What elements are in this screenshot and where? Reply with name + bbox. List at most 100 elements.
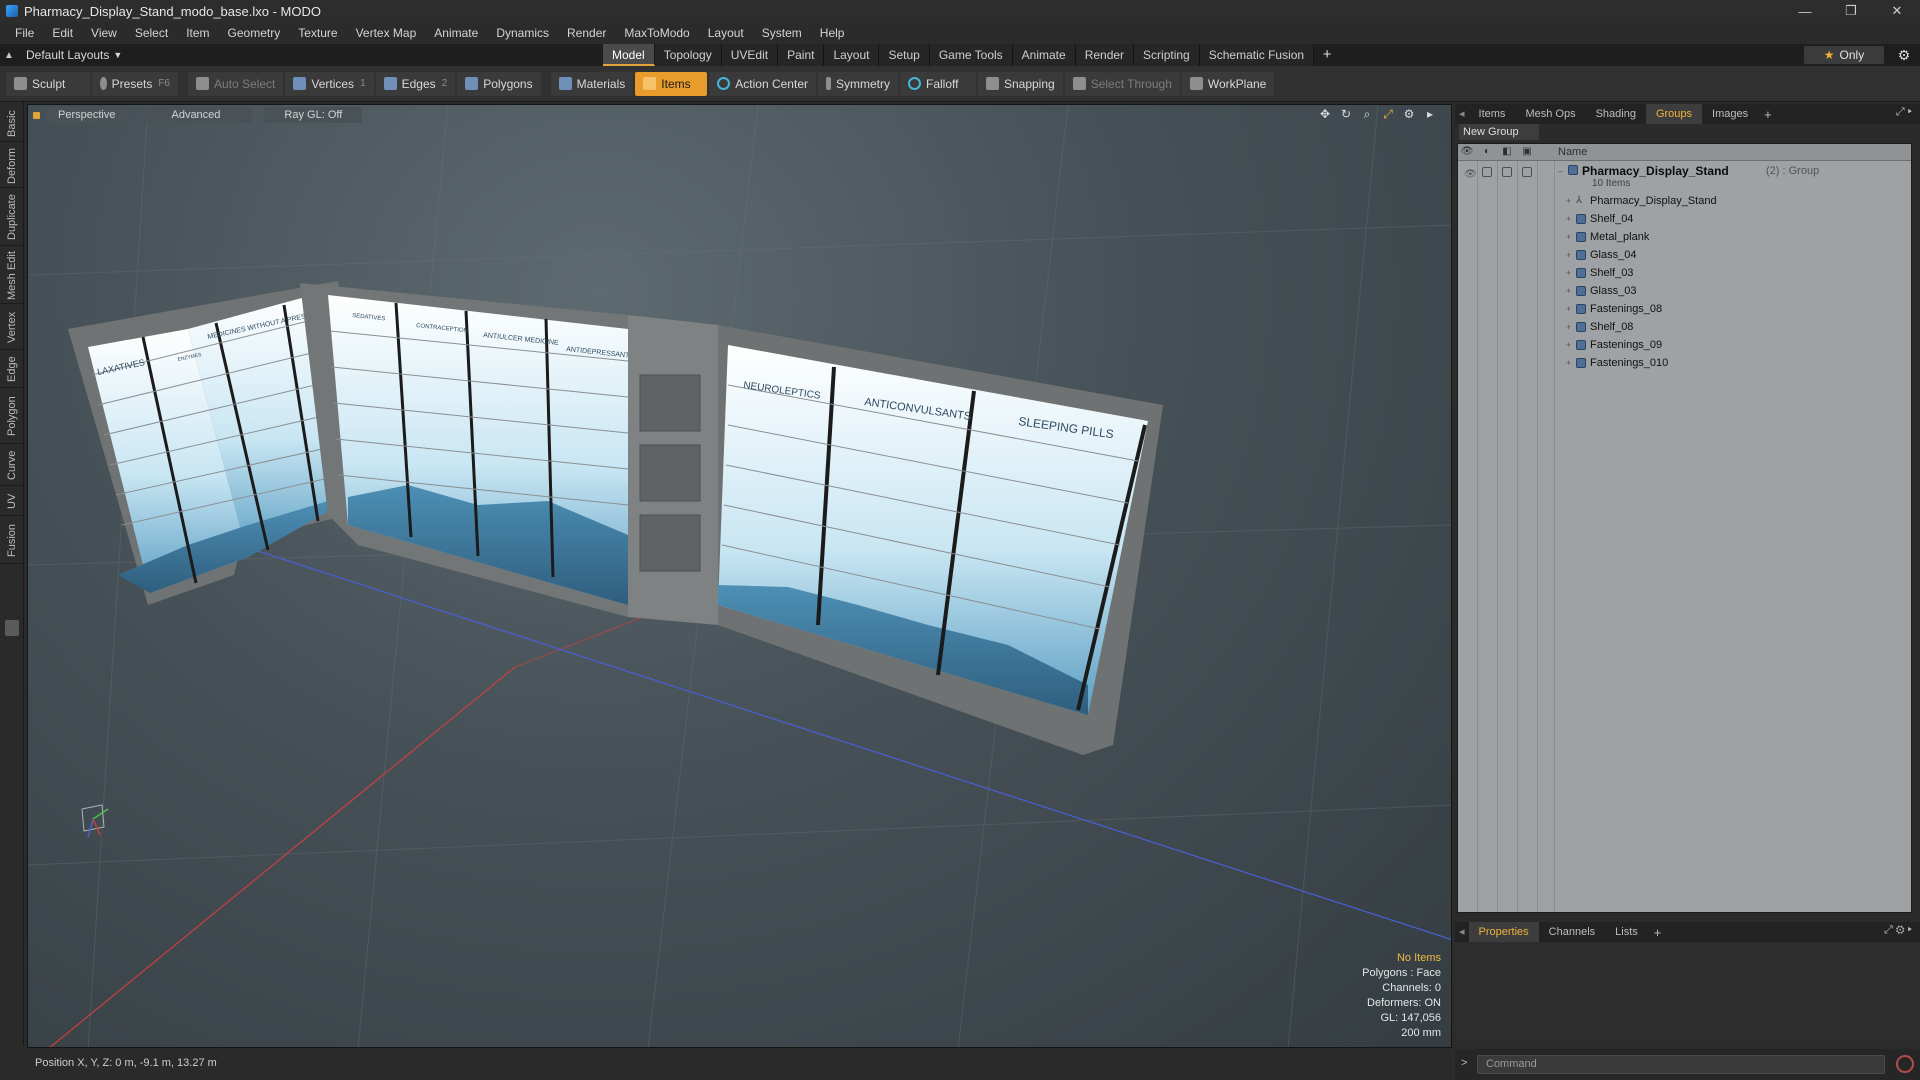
expand-icon[interactable]: + xyxy=(1566,336,1571,354)
polygons-button[interactable]: Polygons xyxy=(457,71,541,96)
list-item[interactable]: + Fastenings_010 xyxy=(1458,354,1911,372)
select-toggle[interactable] xyxy=(1522,167,1532,177)
snapping-button[interactable]: Snapping xyxy=(977,71,1063,96)
menu-geometry[interactable]: Geometry xyxy=(219,22,290,44)
only-toggle-button[interactable]: ★ Only xyxy=(1804,46,1884,64)
collapse-up-icon[interactable]: ▲ xyxy=(0,50,18,61)
tab-layout[interactable]: Layout xyxy=(824,44,880,66)
lock-column-icon[interactable]: ◧ xyxy=(1500,145,1514,159)
action-center-button[interactable]: Action Center xyxy=(709,71,816,96)
workplane-button[interactable]: WorkPlane xyxy=(1181,71,1275,96)
menu-animate[interactable]: Animate xyxy=(425,22,487,44)
menu-item[interactable]: Item xyxy=(177,22,218,44)
add-panel-tab-button[interactable]: + xyxy=(1648,925,1668,940)
items-button[interactable]: Items xyxy=(635,71,708,96)
vertices-button[interactable]: Vertices 1 xyxy=(285,71,374,96)
tab-uvedit[interactable]: UVEdit xyxy=(721,44,779,66)
tab-model[interactable]: Model xyxy=(603,44,655,66)
list-item[interactable]: + Glass_04 xyxy=(1458,246,1911,264)
menu-texture[interactable]: Texture xyxy=(289,22,346,44)
command-input[interactable]: Command xyxy=(1477,1055,1885,1074)
view-mode-selector[interactable]: Perspective xyxy=(46,107,128,123)
zoom-icon[interactable]: ⌕ xyxy=(1360,107,1374,121)
gear-icon[interactable]: ⚙ xyxy=(1894,46,1914,64)
list-item[interactable]: + Fastenings_09 xyxy=(1458,336,1911,354)
tab-topology[interactable]: Topology xyxy=(654,44,722,66)
raygl-toggle[interactable]: Ray GL: Off xyxy=(264,107,363,123)
add-panel-tab-button[interactable]: + xyxy=(1758,107,1778,122)
edges-button[interactable]: Edges 2 xyxy=(375,71,456,96)
menu-maxtomodo[interactable]: MaxToModo xyxy=(615,22,698,44)
left-tab-vertex[interactable]: Vertex xyxy=(0,306,24,350)
tab-paint[interactable]: Paint xyxy=(778,44,825,66)
auto-select-button[interactable]: Auto Select xyxy=(188,71,284,96)
sculpt-button[interactable]: Sculpt xyxy=(6,71,90,96)
expand-icon[interactable]: + xyxy=(1566,300,1571,318)
toolbox-toggle-button[interactable] xyxy=(5,620,19,636)
symmetry-button[interactable]: Symmetry xyxy=(817,71,898,96)
tab-images[interactable]: Images xyxy=(1702,104,1758,124)
add-tab-button[interactable]: + xyxy=(1314,44,1340,66)
left-tab-basic[interactable]: Basic xyxy=(0,106,24,142)
menu-view[interactable]: View xyxy=(82,22,126,44)
tab-mesh-ops[interactable]: Mesh Ops xyxy=(1515,104,1585,124)
tab-setup[interactable]: Setup xyxy=(879,44,930,66)
new-group-button[interactable]: New Group xyxy=(1459,124,1539,140)
menu-dynamics[interactable]: Dynamics xyxy=(487,22,558,44)
render-column-icon[interactable]: ◐ xyxy=(1480,145,1494,159)
menu-layout[interactable]: Layout xyxy=(699,22,753,44)
rotate-icon[interactable]: ↻ xyxy=(1339,107,1353,121)
render-toggle[interactable] xyxy=(1482,167,1492,177)
falloff-button[interactable]: Falloff xyxy=(899,71,976,96)
tab-lists[interactable]: Lists xyxy=(1605,922,1648,942)
left-tab-curve[interactable]: Curve xyxy=(0,446,24,486)
restore-button[interactable]: ❐ xyxy=(1828,0,1874,22)
tab-shading[interactable]: Shading xyxy=(1586,104,1646,124)
panel-settings-icon[interactable]: ⤢ ⚙ ▸ xyxy=(1884,924,1912,937)
minimize-button[interactable]: — xyxy=(1782,0,1828,22)
list-item[interactable]: + Shelf_04 xyxy=(1458,210,1911,228)
viewport-expand-icon[interactable]: ▸ xyxy=(1423,107,1437,121)
layout-selector[interactable]: Default Layouts ▼ xyxy=(26,48,122,62)
expand-icon[interactable]: + xyxy=(1566,192,1571,210)
left-tab-fusion[interactable]: Fusion xyxy=(0,518,24,564)
left-tab-uv[interactable]: UV xyxy=(0,488,24,516)
left-tab-deform[interactable]: Deform xyxy=(0,144,24,188)
tab-schematic-fusion[interactable]: Schematic Fusion xyxy=(1199,44,1315,66)
tab-properties[interactable]: Properties xyxy=(1468,922,1539,942)
list-item[interactable]: + Metal_plank xyxy=(1458,228,1911,246)
tab-scripting[interactable]: Scripting xyxy=(1134,44,1200,66)
panel-expand-icon[interactable]: ⤢ ▸ xyxy=(1896,106,1912,119)
name-column-header[interactable]: Name xyxy=(1558,145,1587,160)
expand-icon[interactable]: + xyxy=(1566,210,1571,228)
collapse-icon[interactable]: – xyxy=(1558,162,1563,180)
panel-menu-icon[interactable]: ◂ xyxy=(1455,922,1469,942)
list-item[interactable]: + Shelf_03 xyxy=(1458,264,1911,282)
visibility-column-icon[interactable]: 👁 xyxy=(1460,145,1474,159)
tab-render[interactable]: Render xyxy=(1075,44,1135,66)
3d-viewport[interactable]: LAXATIVES ENZYMES MEDICINES WITHOUT A PR… xyxy=(27,104,1452,1048)
expand-icon[interactable]: + xyxy=(1566,318,1571,336)
left-tab-polygon[interactable]: Polygon xyxy=(0,390,24,444)
left-tab-mesh-edit[interactable]: Mesh Edit xyxy=(0,248,24,304)
left-tab-duplicate[interactable]: Duplicate xyxy=(0,190,24,246)
panel-menu-icon[interactable]: ◂ xyxy=(1455,104,1469,124)
viewport-settings-icon[interactable]: ⚙ xyxy=(1402,107,1416,121)
select-through-button[interactable]: Select Through xyxy=(1064,71,1180,96)
tab-items[interactable]: Items xyxy=(1469,104,1516,124)
materials-button[interactable]: Materials xyxy=(550,71,634,96)
expand-icon[interactable]: + xyxy=(1566,228,1571,246)
menu-vertex-map[interactable]: Vertex Map xyxy=(347,22,426,44)
expand-icon[interactable]: + xyxy=(1566,264,1571,282)
lock-toggle[interactable] xyxy=(1502,167,1512,177)
shading-selector[interactable]: Advanced xyxy=(139,107,253,123)
expand-icon[interactable]: + xyxy=(1566,354,1571,372)
tab-animate[interactable]: Animate xyxy=(1012,44,1076,66)
left-tab-edge[interactable]: Edge xyxy=(0,352,24,388)
list-item[interactable]: + Glass_03 xyxy=(1458,282,1911,300)
group-row[interactable]: 👁 – Pharmacy_Display_Stand (2) : Group 1… xyxy=(1458,162,1911,192)
menu-help[interactable]: Help xyxy=(811,22,854,44)
list-item[interactable]: + ⅄ Pharmacy_Display_Stand xyxy=(1458,192,1911,210)
close-button[interactable]: ✕ xyxy=(1874,0,1920,22)
tab-groups[interactable]: Groups xyxy=(1645,104,1703,124)
